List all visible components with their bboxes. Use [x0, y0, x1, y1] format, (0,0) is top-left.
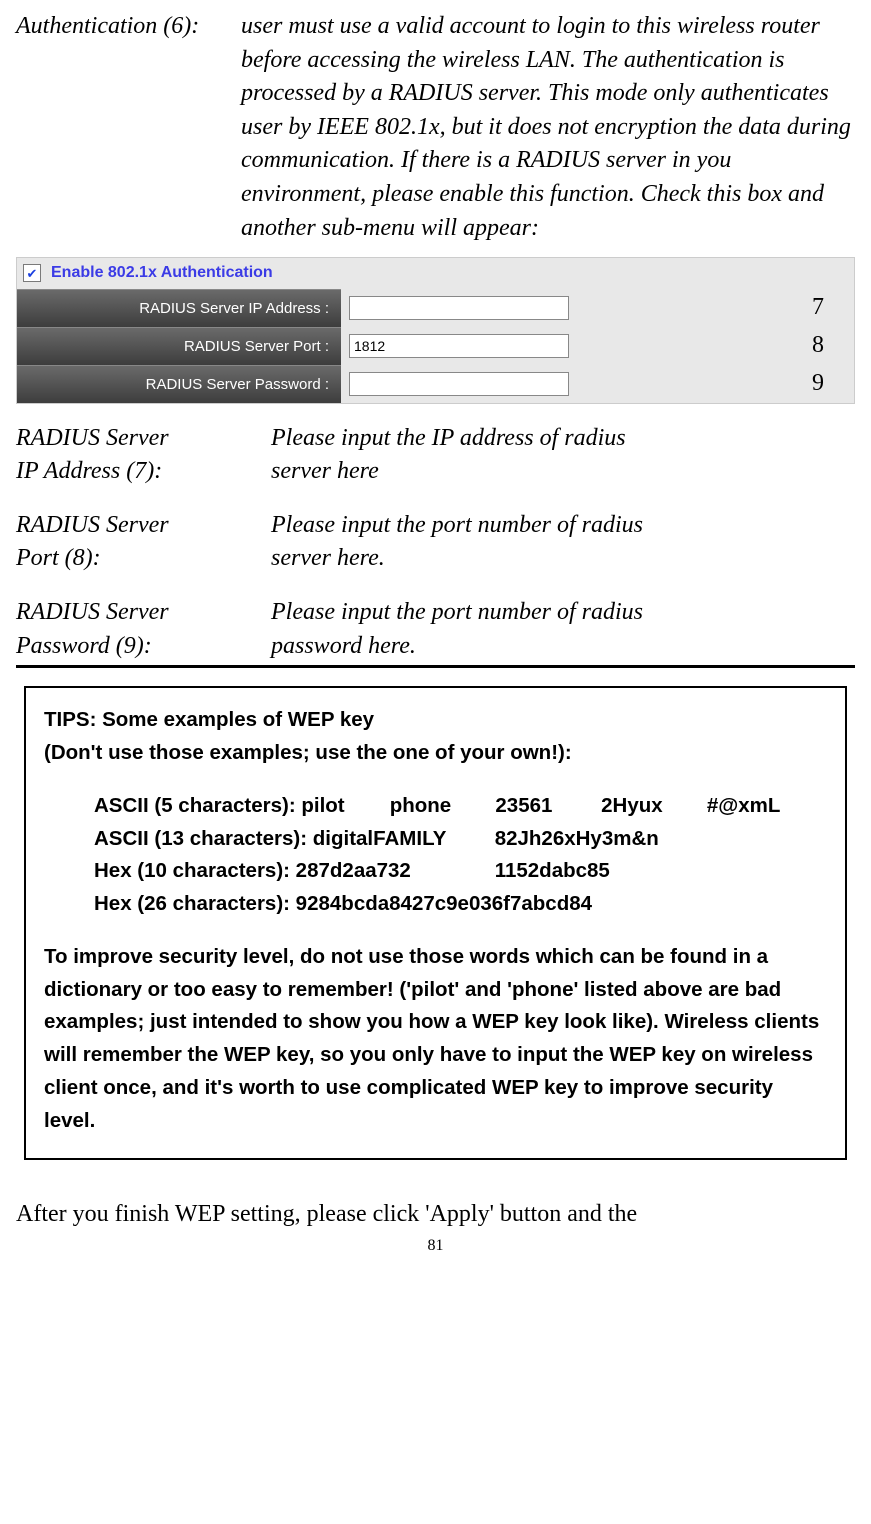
tips-box: TIPS: Some examples of WEP key (Don't us… [24, 686, 847, 1160]
radius-password-input[interactable] [349, 372, 569, 396]
radius-ip-row: RADIUS Server IP Address : 7 [17, 289, 854, 327]
after-wep-text: After you finish WEP setting, please cli… [16, 1198, 855, 1232]
radius-pwd-desc2: password here. [271, 630, 643, 664]
tips-subheading: (Don't use those examples; use the one o… [44, 737, 827, 770]
radius-port-desc2: server here. [271, 542, 643, 576]
marker-9: 9 [812, 367, 824, 401]
radius-ip-desc2: server here [271, 455, 626, 489]
radius-port-label: RADIUS Server Port : [17, 327, 341, 365]
radius-port-input[interactable] [349, 334, 569, 358]
marker-8: 8 [812, 329, 824, 363]
radius-password-definition: RADIUS Server Password (9): Please input… [16, 596, 855, 663]
page-number: 81 [16, 1235, 855, 1257]
radius-password-label: RADIUS Server Password : [17, 365, 341, 403]
section-divider [16, 665, 855, 668]
enable-8021x-label: Enable 802.1x Authentication [51, 262, 273, 284]
ex1-v1: phone [390, 790, 490, 823]
authentication-6-desc: user must use a valid account to login t… [241, 10, 855, 245]
radius-port-row: RADIUS Server Port : 8 [17, 327, 854, 365]
radius-password-row: RADIUS Server Password : 9 [17, 365, 854, 403]
ex4-label: Hex (26 characters): 9284bcda8427c9e036f… [94, 888, 592, 921]
radius-ip-label: RADIUS Server IP Address : [17, 289, 341, 327]
authentication-6-definition: Authentication (6): user must use a vali… [16, 10, 855, 245]
ex1-v3: 2Hyux [601, 790, 701, 823]
radius-ip-definition: RADIUS Server IP Address (7): Please inp… [16, 422, 855, 489]
ex1-v4: #@xmL [707, 790, 781, 823]
radius-port-desc1: Please input the port number of radius [271, 509, 643, 543]
tips-note: To improve security level, do not use th… [44, 941, 827, 1138]
tips-examples: ASCII (5 characters): pilot phone 23561 … [94, 790, 827, 921]
radius-ip-desc1: Please input the IP address of radius [271, 422, 626, 456]
ex1-v2: 23561 [495, 790, 595, 823]
radius-ip-term1: RADIUS Server [16, 422, 271, 456]
tips-heading: TIPS: Some examples of WEP key [44, 704, 827, 737]
radius-descriptions: RADIUS Server IP Address (7): Please inp… [16, 422, 855, 664]
radius-pwd-term2: Password (9): [16, 630, 271, 664]
radius-port-definition: RADIUS Server Port (8): Please input the… [16, 509, 855, 576]
radius-pwd-desc1: Please input the port number of radius [271, 596, 643, 630]
enable-8021x-header: Enable 802.1x Authentication [17, 258, 854, 288]
radius-port-term2: Port (8): [16, 542, 271, 576]
enable-8021x-checkbox[interactable] [23, 264, 41, 282]
radius-ip-term2: IP Address (7): [16, 455, 271, 489]
ex3-label: Hex (10 characters): 287d2aa732 [94, 855, 489, 888]
radius-pwd-term1: RADIUS Server [16, 596, 271, 630]
ex2-v1: 82Jh26xHy3m&n [495, 823, 659, 856]
ex2-label: ASCII (13 characters): digitalFAMILY [94, 823, 489, 856]
radius-port-term1: RADIUS Server [16, 509, 271, 543]
ex1-label: ASCII (5 characters): pilot [94, 790, 384, 823]
ex3-v1: 1152dabc85 [495, 855, 610, 888]
authentication-6-term: Authentication (6): [16, 10, 241, 44]
marker-7: 7 [812, 291, 824, 325]
radius-ip-input[interactable] [349, 296, 569, 320]
enable-8021x-panel: Enable 802.1x Authentication RADIUS Serv… [16, 257, 855, 403]
